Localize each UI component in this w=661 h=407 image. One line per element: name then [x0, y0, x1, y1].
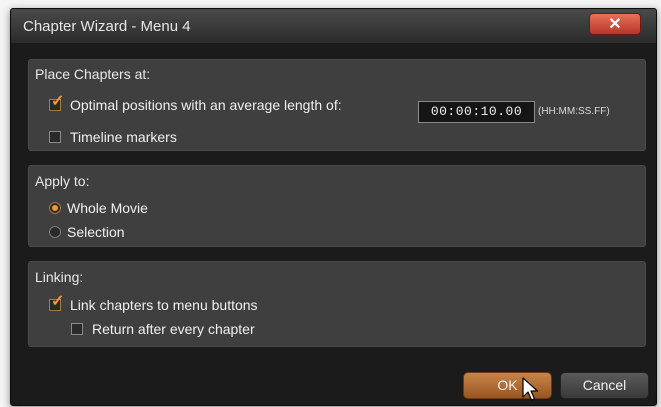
place-chapters-title: Place Chapters at:	[35, 66, 151, 82]
selection-radio[interactable]	[49, 226, 61, 238]
dialog-title: Chapter Wizard - Menu 4	[23, 18, 191, 35]
timeline-markers-label: Timeline markers	[70, 129, 177, 145]
checkmark-icon: ✓	[51, 293, 65, 310]
timecode-format-hint: (HH:MM:SS.FF)	[538, 106, 610, 117]
selection-option[interactable]: Selection	[49, 224, 125, 240]
link-chapters-option[interactable]: ✓ Link chapters to menu buttons	[49, 294, 258, 313]
selection-label: Selection	[67, 224, 125, 240]
radio-selected-dot	[52, 205, 58, 211]
average-length-timecode-input[interactable]: 00:00:10.00	[418, 101, 535, 123]
timeline-markers-checkbox[interactable]	[49, 131, 61, 143]
mouse-pointer-icon	[522, 377, 539, 401]
return-after-chapter-option[interactable]: Return after every chapter	[71, 321, 255, 337]
whole-movie-label: Whole Movie	[67, 200, 148, 216]
optimal-positions-checkbox[interactable]: ✓	[49, 94, 64, 111]
link-chapters-checkbox[interactable]: ✓	[49, 294, 64, 311]
optimal-positions-option[interactable]: ✓ Optimal positions with an average leng…	[49, 94, 342, 113]
link-chapters-label: Link chapters to menu buttons	[70, 297, 258, 313]
title-bar[interactable]: Chapter Wizard - Menu 4 ✕	[11, 9, 656, 43]
linking-group: Linking: ✓ Link chapters to menu buttons…	[28, 261, 646, 347]
close-icon: ✕	[608, 16, 622, 33]
chapter-wizard-dialog: Chapter Wizard - Menu 4 ✕ Place Chapters…	[10, 8, 657, 406]
whole-movie-option[interactable]: Whole Movie	[49, 200, 148, 216]
place-chapters-group: Place Chapters at: ✓ Optimal positions w…	[28, 59, 646, 151]
timeline-markers-option[interactable]: Timeline markers	[49, 129, 177, 145]
linking-title: Linking:	[35, 269, 84, 285]
apply-to-group: Apply to: Whole Movie Selection	[28, 165, 646, 247]
return-after-chapter-label: Return after every chapter	[92, 321, 255, 337]
cancel-button[interactable]: Cancel	[560, 372, 649, 399]
optimal-positions-label: Optimal positions with an average length…	[70, 97, 342, 113]
close-button[interactable]: ✕	[589, 13, 641, 35]
return-after-chapter-checkbox[interactable]	[71, 323, 83, 335]
apply-to-title: Apply to:	[35, 173, 90, 189]
whole-movie-radio[interactable]	[49, 202, 61, 214]
checkmark-icon: ✓	[51, 93, 65, 110]
